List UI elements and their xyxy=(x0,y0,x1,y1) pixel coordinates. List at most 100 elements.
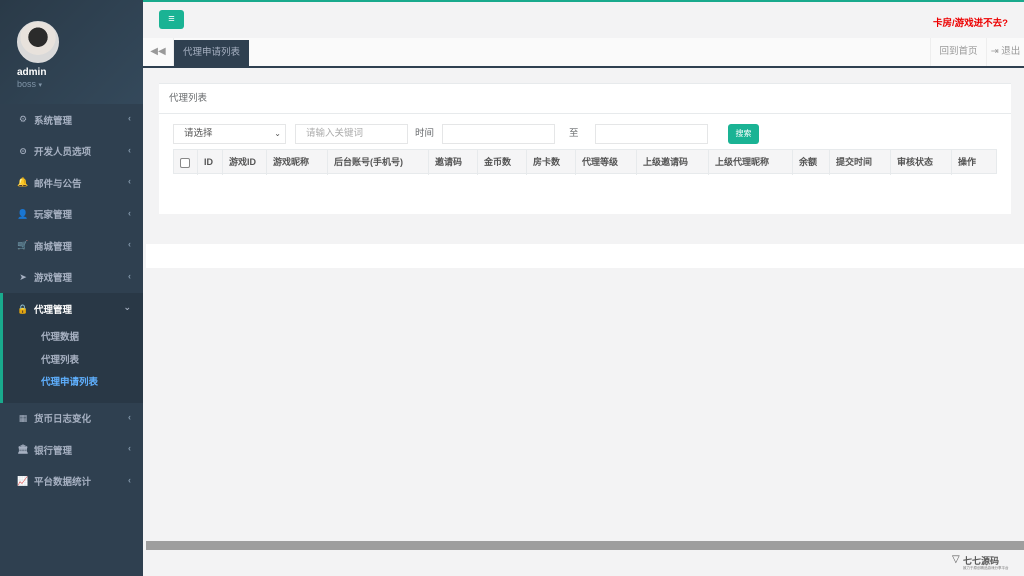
column-header[interactable]: ID xyxy=(198,150,223,175)
keyword-input[interactable]: 请输入关键词 xyxy=(295,124,408,144)
sidebar-item-statistics[interactable]: 📈 平台数据统计 ‹ xyxy=(0,466,143,498)
sidebar-item-label: 游戏管理 xyxy=(34,273,73,285)
tab-bar: ◀◀ 代理申请列表 回到首页 ⇥ 退出 xyxy=(143,38,1024,68)
sidebar-menu: ⚙ 系统管理 ‹ ⊝ 开发人员选项 ‹ 🔔 邮件与公告 ‹ 👤 玩家管理 ‹ 🛒 商城管理 ‹ ➤ 游… xyxy=(0,104,143,497)
filter-bar: 请选择 ⌄ 请输入关键词 时间 至 搜索 xyxy=(173,124,1003,144)
sidebar-item-mail[interactable]: 🔔 邮件与公告 ‹ xyxy=(0,167,143,199)
filter-select-value: 请选择 xyxy=(184,128,213,139)
column-header[interactable]: 余额 xyxy=(793,150,830,175)
chevron-left-icon: ‹ xyxy=(128,207,131,218)
sign-out-icon: ⇥ xyxy=(990,46,999,57)
calendar-icon: ▦ xyxy=(18,412,28,423)
gamepad-icon: ⊝ xyxy=(19,145,27,156)
lock-icon: 🔒 xyxy=(17,303,29,314)
chevron-left-icon: ‹ xyxy=(128,239,131,249)
tab-scroll-left-button[interactable]: ◀◀ xyxy=(143,38,174,66)
chevron-left-icon: ‹ xyxy=(128,144,131,155)
agent-table-header: ID 游戏ID 游戏昵称 后台账号(手机号) 邀请码 金币数 房卡数 代理等级 … xyxy=(173,149,997,175)
user-role: boss xyxy=(17,79,37,89)
agents-submenu: 代理数据 代理列表 代理申请列表 xyxy=(0,325,143,403)
sidebar-item-label: 货币日志变化 xyxy=(34,414,92,426)
logout-label: 退出 xyxy=(1001,46,1021,57)
sidebar-item-label: 开发人员选项 xyxy=(34,147,92,159)
content-strip xyxy=(146,244,1024,268)
search-button[interactable]: 搜索 xyxy=(728,124,759,144)
column-header[interactable]: 上级代理昵称 xyxy=(709,150,793,175)
submenu-agent-data[interactable]: 代理数据 xyxy=(3,327,143,350)
to-label: 至 xyxy=(569,128,579,139)
top-navbar: ≡ 卡房/游戏进不去? xyxy=(143,0,1024,38)
column-header[interactable]: 邀请码 xyxy=(429,150,478,175)
chevron-left-icon: ‹ xyxy=(128,176,131,186)
column-header[interactable]: 代理等级 xyxy=(576,150,637,175)
main-content: 代理列表 请选择 ⌄ 请输入关键词 时间 至 搜索 ID 游戏ID 游戏昵称 后台… xyxy=(143,68,1024,576)
home-tab-button[interactable]: 回到首页 xyxy=(930,38,986,66)
caret-down-icon: ▾ xyxy=(38,82,43,89)
bell-icon: 🔔 xyxy=(17,177,29,188)
help-link[interactable]: 卡房/游戏进不去? xyxy=(933,15,1008,29)
chevron-left-icon: ‹ xyxy=(128,474,131,485)
horizontal-scrollbar[interactable] xyxy=(146,541,1024,550)
menu-toggle-button[interactable]: ≡ xyxy=(159,10,184,29)
sidebar-item-games[interactable]: ➤ 游戏管理 ‹ xyxy=(0,262,143,294)
sidebar: admin boss ▾ ⚙ 系统管理 ‹ ⊝ 开发人员选项 ‹ 🔔 邮件与公告 ‹ 👤 玩家… xyxy=(0,0,143,576)
sidebar-item-label: 系统管理 xyxy=(34,115,73,127)
column-header[interactable]: 金币数 xyxy=(478,150,527,175)
chevron-left-icon: ‹ xyxy=(128,270,131,281)
start-time-input[interactable] xyxy=(442,124,555,144)
sidebar-item-label: 代理管理 xyxy=(34,305,73,316)
tab-agent-applications[interactable]: 代理申请列表 xyxy=(174,40,249,66)
watermark-logo-icon: ▽ xyxy=(952,554,960,565)
cart-icon: 🛒 xyxy=(17,240,29,251)
sidebar-item-label: 平台数据统计 xyxy=(34,477,92,489)
column-header[interactable]: 上级邀请码 xyxy=(637,150,709,175)
column-header[interactable]: 游戏昵称 xyxy=(267,150,328,175)
footer: ▽ 七七源码 致力于原创精品游戏分享平台 xyxy=(146,550,1024,576)
watermark: ▽ 七七源码 致力于原创精品游戏分享平台 xyxy=(952,554,1009,572)
sidebar-item-shop[interactable]: 🛒 商城管理 ‹ xyxy=(0,230,143,262)
chevron-left-icon: ‹ xyxy=(128,113,131,123)
chevron-down-icon: ⌄ xyxy=(123,302,131,312)
sidebar-item-bank[interactable]: 🏛 银行管理 ‹ xyxy=(0,434,143,466)
user-name[interactable]: admin xyxy=(17,67,143,78)
user-profile: admin boss ▾ xyxy=(0,0,143,104)
sidebar-item-label: 银行管理 xyxy=(34,445,73,457)
line-chart-icon: 📈 xyxy=(17,475,29,486)
select-all-checkbox[interactable] xyxy=(180,158,190,168)
sidebar-item-agents[interactable]: 🔒 代理管理 ⌄ xyxy=(0,293,143,325)
column-header[interactable]: 提交时间 xyxy=(830,150,891,175)
chevron-down-icon: ⌄ xyxy=(274,129,281,138)
gears-icon: ⚙ xyxy=(18,114,28,125)
sidebar-item-currency-log[interactable]: ▦ 货币日志变化 ‹ xyxy=(0,403,143,435)
column-header[interactable]: 操作 xyxy=(952,150,996,175)
column-header[interactable]: 审核状态 xyxy=(891,150,952,175)
bars-icon: ≡ xyxy=(168,13,175,25)
sidebar-item-system[interactable]: ⚙ 系统管理 ‹ xyxy=(0,104,143,136)
select-all-cell xyxy=(174,150,198,175)
logout-button[interactable]: ⇥ 退出 xyxy=(986,38,1024,66)
panel-title: 代理列表 xyxy=(159,84,1011,114)
chevron-left-icon: ‹ xyxy=(128,411,131,422)
watermark-subtext: 致力于原创精品游戏分享平台 xyxy=(963,566,1009,570)
submenu-agent-list[interactable]: 代理列表 xyxy=(3,350,143,373)
sidebar-item-players[interactable]: 👤 玩家管理 ‹ xyxy=(0,199,143,231)
time-label: 时间 xyxy=(415,128,435,139)
chevron-left-icon: ‹ xyxy=(128,443,131,453)
agent-list-panel: 代理列表 请选择 ⌄ 请输入关键词 时间 至 搜索 ID 游戏ID 游戏昵称 后台… xyxy=(159,83,1011,214)
sidebar-item-label: 玩家管理 xyxy=(34,210,73,222)
sidebar-item-label: 邮件与公告 xyxy=(34,178,82,190)
column-header[interactable]: 游戏ID xyxy=(223,150,267,175)
filter-select[interactable]: 请选择 ⌄ xyxy=(173,124,286,144)
end-time-input[interactable] xyxy=(595,124,708,144)
sidebar-item-developer[interactable]: ⊝ 开发人员选项 ‹ xyxy=(0,136,143,168)
user-role-dropdown[interactable]: boss ▾ xyxy=(17,79,143,89)
submenu-agent-applications[interactable]: 代理申请列表 xyxy=(3,372,143,395)
column-header[interactable]: 房卡数 xyxy=(527,150,576,175)
user-icon: 👤 xyxy=(17,208,29,219)
double-left-icon: ◀◀ xyxy=(150,46,166,57)
sidebar-item-label: 商城管理 xyxy=(34,241,73,253)
rocket-icon: ➤ xyxy=(19,271,27,282)
avatar[interactable] xyxy=(17,21,59,63)
column-header[interactable]: 后台账号(手机号) xyxy=(328,150,429,175)
bank-icon: 🏛 xyxy=(17,444,29,455)
